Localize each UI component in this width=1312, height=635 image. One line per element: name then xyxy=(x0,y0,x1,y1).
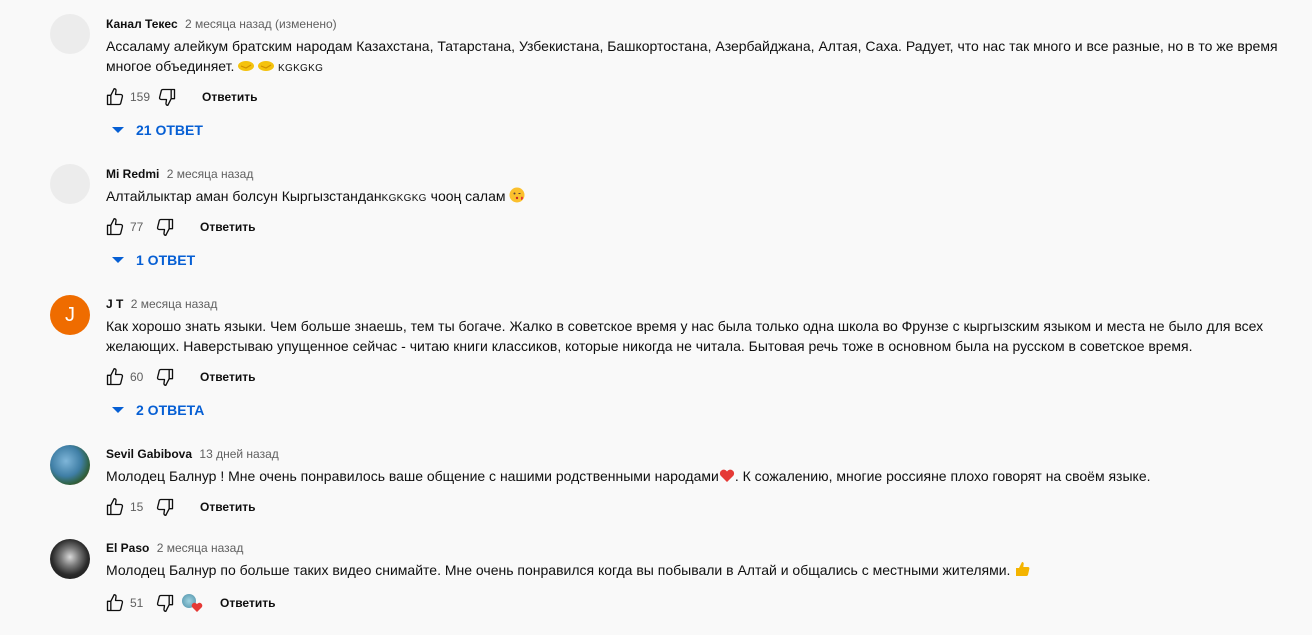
comment-author[interactable]: Mi Redmi xyxy=(106,167,159,181)
kiss-emoji-icon xyxy=(509,187,525,208)
avatar[interactable] xyxy=(50,14,90,54)
expand-triangle-icon xyxy=(112,257,124,263)
avatar[interactable] xyxy=(50,164,90,204)
handshake-emoji-icon xyxy=(258,58,275,78)
like-icon xyxy=(105,497,125,517)
dislike-button[interactable] xyxy=(154,592,176,614)
like-count: 15 xyxy=(130,500,144,514)
comment-timestamp[interactable]: 2 месяца назад xyxy=(131,297,218,311)
comment-text: Молодец Балнур ! Мне очень понравилось в… xyxy=(106,466,1296,488)
like-button[interactable] xyxy=(104,592,126,614)
reply-button[interactable]: Ответить xyxy=(200,500,255,514)
like-count: 159 xyxy=(130,90,151,104)
like-icon xyxy=(105,87,125,107)
comment-timestamp[interactable]: 13 дней назад xyxy=(199,447,278,461)
reply-button[interactable]: Ответить xyxy=(200,220,255,234)
dislike-icon xyxy=(155,497,175,517)
dislike-button[interactable] xyxy=(156,86,178,108)
dislike-button[interactable] xyxy=(154,216,176,238)
dislike-icon xyxy=(157,87,177,107)
heart-icon xyxy=(191,602,203,612)
comment-author[interactable]: Sevil Gabibova xyxy=(106,447,192,461)
dislike-button[interactable] xyxy=(154,496,176,518)
expand-triangle-icon xyxy=(112,407,124,413)
like-icon xyxy=(105,367,125,387)
like-button[interactable] xyxy=(104,216,126,238)
creator-heart-badge xyxy=(182,592,204,614)
dislike-button[interactable] xyxy=(154,366,176,388)
comment-timestamp[interactable]: 2 месяца назад xyxy=(157,541,244,555)
comment-text: Алтайлыктар аман болсун КыргызстанданKGK… xyxy=(106,186,1296,209)
comment-text: Ассаламу алейкум братским народам Казахс… xyxy=(106,36,1296,79)
like-button[interactable] xyxy=(104,496,126,518)
like-icon xyxy=(105,593,125,613)
like-button[interactable] xyxy=(104,86,126,108)
heart-emoji-icon xyxy=(719,468,735,488)
avatar-letter: J xyxy=(65,303,75,326)
dislike-icon xyxy=(155,367,175,387)
like-icon xyxy=(105,217,125,237)
like-button[interactable] xyxy=(104,366,126,388)
thumbs-up-emoji-icon xyxy=(1014,561,1030,582)
avatar[interactable] xyxy=(50,445,90,485)
reply-button[interactable]: Ответить xyxy=(220,596,275,610)
handshake-emoji-icon xyxy=(238,58,255,78)
reply-button[interactable]: Ответить xyxy=(202,90,257,104)
avatar[interactable]: J xyxy=(50,295,90,335)
dislike-icon xyxy=(155,593,175,613)
comment-timestamp[interactable]: 2 месяца назад xyxy=(167,167,254,181)
comment-author[interactable]: El Paso xyxy=(106,541,149,555)
view-replies-button[interactable]: 2 ОТВЕТА xyxy=(108,398,204,422)
comment-timestamp[interactable]: 2 месяца назад (изменено) xyxy=(185,17,337,31)
like-count: 60 xyxy=(130,370,144,384)
comment-text: Молодец Балнур по больше таких видео сни… xyxy=(106,560,1296,582)
comment-author[interactable]: Канал Текес xyxy=(106,17,178,31)
view-replies-button[interactable]: 21 ОТВЕТ xyxy=(108,118,203,142)
expand-triangle-icon xyxy=(112,127,124,133)
avatar[interactable] xyxy=(50,539,90,579)
dislike-icon xyxy=(155,217,175,237)
view-replies-button[interactable]: 1 ОТВЕТ xyxy=(108,248,195,272)
reply-button[interactable]: Ответить xyxy=(200,370,255,384)
like-count: 51 xyxy=(130,596,144,610)
comment-text: Как хорошо знать языки. Чем больше знаеш… xyxy=(106,318,1264,354)
like-count: 77 xyxy=(130,220,144,234)
comment-author[interactable]: J T xyxy=(106,297,123,311)
